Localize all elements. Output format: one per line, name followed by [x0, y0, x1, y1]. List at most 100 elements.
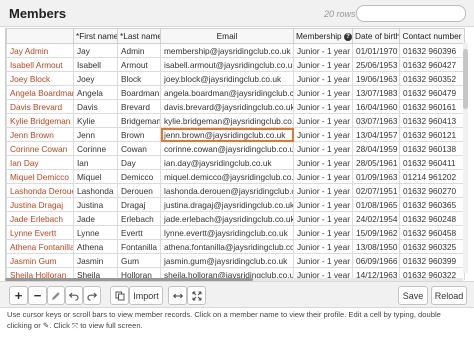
- redo-button[interactable]: [83, 286, 101, 305]
- table-cell[interactable]: Athena: [73, 239, 118, 254]
- table-cell[interactable]: 01632 960161: [399, 99, 465, 114]
- reload-button[interactable]: Reload: [431, 286, 467, 305]
- member-name-link[interactable]: Justina Dragaj: [6, 197, 74, 212]
- table-cell[interactable]: 01632 960458: [399, 225, 465, 240]
- table-cell[interactable]: 01632 960411: [399, 155, 465, 170]
- table-cell[interactable]: 28/05/1961: [352, 155, 400, 170]
- table-cell[interactable]: 19/06/1963: [352, 71, 400, 86]
- member-name-link[interactable]: Jasmin Gum: [6, 253, 74, 268]
- vertical-scrollbar[interactable]: [463, 43, 468, 273]
- table-cell[interactable]: Jasmin: [73, 253, 118, 268]
- copy-button[interactable]: [110, 286, 129, 305]
- table-cell[interactable]: Boardman: [117, 85, 161, 100]
- table-cell[interactable]: 01/09/1963: [352, 169, 400, 184]
- table-cell[interactable]: kylie.bridgeman@jaysridingclub.co.uk: [160, 113, 294, 128]
- table-cell[interactable]: 01632 960479: [399, 85, 465, 100]
- column-header-5[interactable]: Date of birth: [352, 28, 400, 44]
- table-cell[interactable]: 13/08/1950: [352, 239, 400, 254]
- member-name-link[interactable]: Lynne Evertt: [6, 225, 74, 240]
- table-cell[interactable]: ian.day@jaysridingclub.co.uk: [160, 155, 294, 170]
- table-cell[interactable]: Bridgeman: [117, 113, 161, 128]
- table-cell[interactable]: 01214 961202: [399, 169, 465, 184]
- table-cell[interactable]: 01632 960413: [399, 113, 465, 128]
- table-cell[interactable]: Junior - 1 year: [293, 141, 353, 156]
- member-name-link[interactable]: Jay Admin: [6, 43, 74, 58]
- table-cell[interactable]: Demicco: [117, 169, 161, 184]
- search-input[interactable]: [356, 5, 466, 22]
- table-cell[interactable]: Admin: [117, 43, 161, 58]
- member-name-link[interactable]: Jenn Brown: [6, 127, 74, 142]
- member-name-link[interactable]: Lashonda Derouen: [6, 183, 74, 198]
- table-cell[interactable]: Junior - 1 year: [293, 99, 353, 114]
- table-cell[interactable]: Junior - 1 year: [293, 155, 353, 170]
- table-cell[interactable]: lynne.evertt@jaysridingclub.co.uk: [160, 225, 294, 240]
- add-row-button[interactable]: +: [9, 286, 28, 305]
- table-cell[interactable]: 25/06/1953: [352, 57, 400, 72]
- table-cell[interactable]: Miquel: [73, 169, 118, 184]
- table-cell[interactable]: justina.dragaj@jaysridingclub.co.uk: [160, 197, 294, 212]
- table-cell[interactable]: Junior - 1 year: [293, 183, 353, 198]
- table-cell[interactable]: Cowan: [117, 141, 161, 156]
- table-cell[interactable]: Jay: [73, 43, 118, 58]
- table-cell[interactable]: Junior - 1 year: [293, 197, 353, 212]
- table-cell[interactable]: 01632 960248: [399, 211, 465, 226]
- table-cell[interactable]: 16/04/1960: [352, 99, 400, 114]
- table-cell[interactable]: Fontanilla: [117, 239, 161, 254]
- table-cell[interactable]: davis.brevard@jaysridingclub.co.uk: [160, 99, 294, 114]
- table-cell[interactable]: Isabell: [73, 57, 118, 72]
- table-cell[interactable]: Jade: [73, 211, 118, 226]
- table-cell[interactable]: Justina: [73, 197, 118, 212]
- expand-columns-button[interactable]: [168, 286, 187, 305]
- table-cell[interactable]: 06/09/1966: [352, 253, 400, 268]
- table-cell[interactable]: Joey: [73, 71, 118, 86]
- edit-cell-button[interactable]: [47, 286, 65, 305]
- table-cell[interactable]: 01632 960427: [399, 57, 465, 72]
- table-cell[interactable]: Evertt: [117, 225, 161, 240]
- column-header-2[interactable]: *Last name: [117, 28, 161, 44]
- member-name-link[interactable]: Davis Brevard: [6, 99, 74, 114]
- table-cell[interactable]: 24/02/1954: [352, 211, 400, 226]
- table-cell[interactable]: Junior - 1 year: [293, 239, 353, 254]
- column-header-6[interactable]: Contact number: [399, 28, 465, 44]
- table-cell[interactable]: Lynne: [73, 225, 118, 240]
- table-cell[interactable]: Junior - 1 year: [293, 127, 353, 142]
- table-cell[interactable]: 01632 960325: [399, 239, 465, 254]
- table-cell[interactable]: Block: [117, 71, 161, 86]
- table-cell[interactable]: Day: [117, 155, 161, 170]
- table-cell[interactable]: Junior - 1 year: [293, 253, 353, 268]
- table-cell[interactable]: Junior - 1 year: [293, 71, 353, 86]
- table-cell[interactable]: 01632 960399: [399, 253, 465, 268]
- column-header-4[interactable]: Membership ?: [293, 28, 353, 44]
- member-name-link[interactable]: Joey Block: [6, 71, 74, 86]
- member-name-link[interactable]: Isabell Armout: [6, 57, 74, 72]
- table-cell[interactable]: Junior - 1 year: [293, 85, 353, 100]
- table-cell[interactable]: Lashonda: [73, 183, 118, 198]
- table-cell[interactable]: 01/08/1965: [352, 197, 400, 212]
- help-icon[interactable]: ?: [343, 32, 352, 41]
- table-cell[interactable]: 13/07/1983: [352, 85, 400, 100]
- table-cell[interactable]: Brevard: [117, 99, 161, 114]
- fullscreen-button[interactable]: [187, 286, 206, 305]
- member-name-link[interactable]: Angela Boardman: [6, 85, 74, 100]
- member-name-link[interactable]: Kylie Bridgeman: [6, 113, 74, 128]
- vertical-scroll-thumb[interactable]: [463, 49, 468, 109]
- table-cell[interactable]: corinne.cowan@jaysridingclub.co.uk: [160, 141, 294, 156]
- table-cell[interactable]: Angela: [73, 85, 118, 100]
- member-name-link[interactable]: Jade Erlebach: [6, 211, 74, 226]
- table-cell[interactable]: membership@jaysridingclub.co.uk: [160, 43, 294, 58]
- column-header-1[interactable]: *First name: [73, 28, 118, 44]
- table-cell[interactable]: 13/04/1957: [352, 127, 400, 142]
- table-cell[interactable]: 03/07/1963: [352, 113, 400, 128]
- table-cell[interactable]: 15/09/1962: [352, 225, 400, 240]
- table-cell[interactable]: Kylie: [73, 113, 118, 128]
- table-cell[interactable]: 01632 960121: [399, 127, 465, 142]
- table-cell[interactable]: Junior - 1 year: [293, 169, 353, 184]
- table-cell[interactable]: Junior - 1 year: [293, 57, 353, 72]
- table-cell[interactable]: Corinne: [73, 141, 118, 156]
- table-cell[interactable]: miquel.demicco@jaysridingclub.co.uk: [160, 169, 294, 184]
- remove-row-button[interactable]: −: [28, 286, 47, 305]
- import-button[interactable]: Import: [129, 286, 163, 305]
- table-cell[interactable]: 01632 960270: [399, 183, 465, 198]
- member-name-link[interactable]: Miquel Demicco: [6, 169, 74, 184]
- table-cell[interactable]: 01632 960396: [399, 43, 465, 58]
